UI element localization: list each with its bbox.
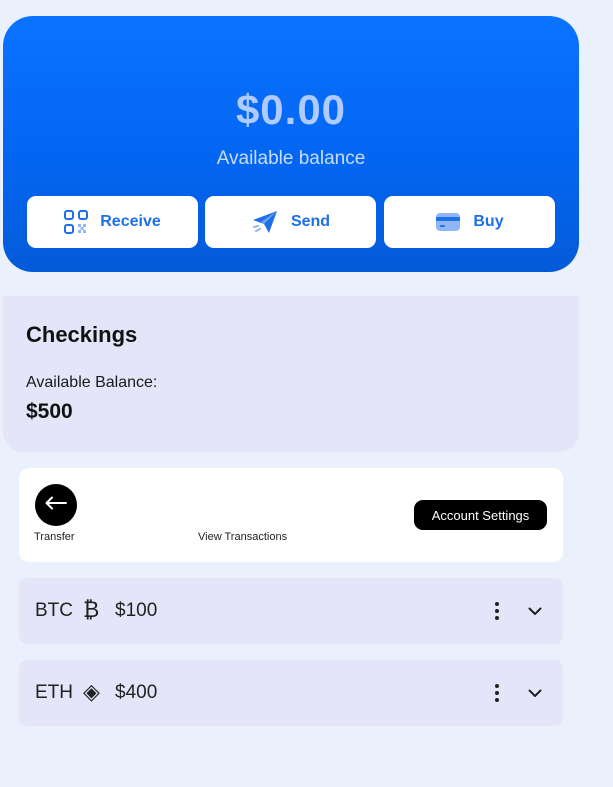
buy-button-label: Buy [473, 213, 504, 230]
account-actions-card: Transfer View Transactions Account Setti… [19, 468, 563, 562]
receive-button-label: Receive [100, 213, 161, 230]
coin-amount: $400 [115, 682, 158, 703]
balance-hero-card: $0.00 Available balance Receive Send Buy [3, 16, 579, 272]
chevron-down-icon[interactable] [525, 682, 545, 704]
arrow-left-icon [44, 496, 68, 515]
checkings-balance-label: Available Balance: [26, 374, 158, 391]
total-balance: $0.00 [235, 86, 347, 133]
checkings-title: Checkings [26, 322, 138, 347]
coin-symbol: BTC [35, 600, 73, 621]
buy-button[interactable]: Buy [384, 196, 555, 248]
coin-amount: $100 [115, 600, 158, 621]
paper-plane-icon [251, 210, 279, 234]
send-button[interactable]: Send [205, 196, 376, 248]
transfer-label: Transfer [34, 531, 75, 543]
chevron-down-icon[interactable] [525, 600, 545, 622]
bitcoin-icon: ₿ [83, 597, 100, 622]
send-button-label: Send [290, 213, 331, 230]
holding-row-btc[interactable]: BTC ₿ $100 [19, 578, 563, 644]
coin-symbol: ETH [35, 682, 73, 703]
receive-button[interactable]: Receive [27, 196, 198, 248]
transfer-button[interactable] [35, 484, 77, 526]
checkings-balance-value: $500 [26, 400, 73, 423]
more-options-icon[interactable] [489, 600, 505, 622]
checkings-card: Checkings Available Balance: $500 [3, 296, 579, 452]
total-balance-label: Available balance [216, 148, 366, 169]
credit-card-icon [435, 212, 461, 232]
view-transactions-link[interactable]: View Transactions [198, 531, 287, 543]
ethereum-icon: ◈ [83, 679, 100, 704]
more-options-icon[interactable] [489, 682, 505, 704]
account-settings-button[interactable]: Account Settings [414, 500, 547, 530]
qr-code-icon [64, 210, 89, 234]
holding-row-eth[interactable]: ETH ◈ $400 [19, 660, 563, 726]
